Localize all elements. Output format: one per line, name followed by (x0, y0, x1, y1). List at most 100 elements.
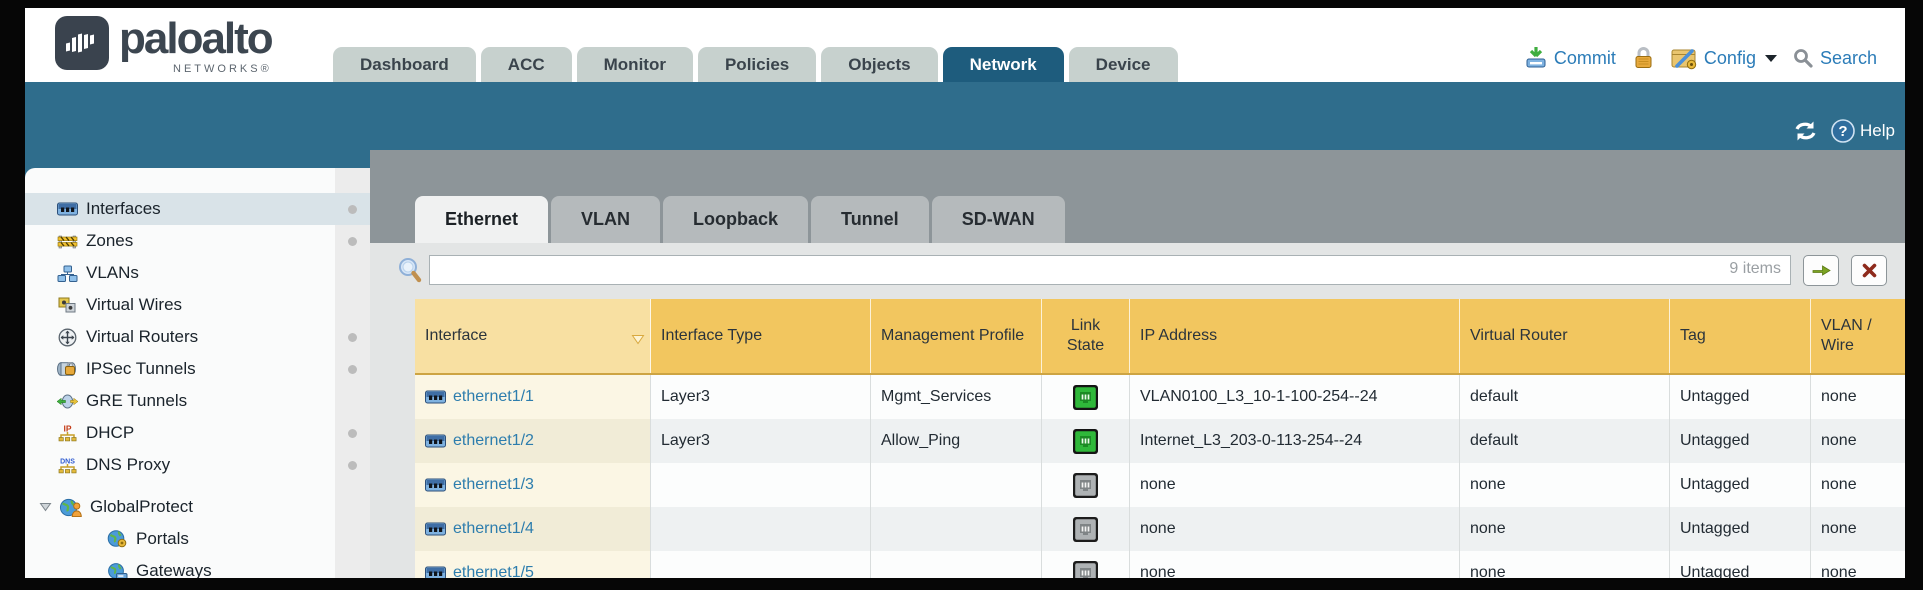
virtual-wires-icon (55, 297, 79, 313)
column-header-link-state[interactable]: Link State (1042, 299, 1130, 373)
filter-input-wrap: 9 items (429, 255, 1791, 285)
tab-device[interactable]: Device (1069, 47, 1178, 82)
sidebar-item-gateways[interactable]: Gateways (25, 555, 370, 578)
sidebar-item-ipsec-tunnels[interactable]: IPSec Tunnels (25, 353, 370, 385)
interface-icon (425, 566, 446, 578)
column-header-tag[interactable]: Tag (1670, 299, 1811, 373)
column-header-virtual-router[interactable]: Virtual Router (1460, 299, 1670, 373)
subtab-vlan[interactable]: VLAN (551, 196, 660, 243)
cell-vlan: none (1811, 551, 1905, 578)
tab-objects[interactable]: Objects (821, 47, 937, 82)
interface-link[interactable]: ethernet1/4 (453, 520, 534, 538)
subtab-loopback[interactable]: Loopback (663, 196, 808, 243)
column-header-vlan-wire[interactable]: VLAN / Wire (1811, 299, 1905, 373)
help-label: Help (1860, 121, 1895, 141)
interface-icon (425, 478, 446, 492)
sidebar-item-virtual-routers[interactable]: Virtual Routers (25, 321, 370, 353)
subtab-sd-wan[interactable]: SD-WAN (932, 196, 1065, 243)
dhcp-icon: IP (55, 424, 79, 442)
column-header-interface[interactable]: Interface (415, 299, 651, 373)
cell-ip: Internet_L3_203-0-113-254--24 (1130, 419, 1460, 463)
subtab-bar: EthernetVLANLoopbackTunnelSD-WAN (370, 150, 1905, 243)
green-arrow-icon (1812, 263, 1831, 278)
sidebar-item-label: IPSec Tunnels (86, 359, 196, 379)
body-row: Interfaces Zones VLANs Virtual Wires Virtual… (25, 150, 1905, 578)
sidebar-dot-zone (335, 385, 370, 417)
cell-tag: Untagged (1670, 375, 1811, 419)
column-header-label: Link State (1052, 316, 1119, 356)
sidebar-item-portals[interactable]: Portals (25, 523, 370, 555)
sidebar-item-dns-proxy[interactable]: DNSDNS Proxy (25, 449, 370, 481)
table-row-ethernet1-5[interactable]: ethernet1/5nonenoneUntaggednone (415, 551, 1905, 578)
sidebar-item-label: Interfaces (86, 199, 161, 219)
search-button[interactable]: Search (1793, 48, 1877, 69)
column-header-interface-type[interactable]: Interface Type (651, 299, 871, 373)
apply-filter-button[interactable] (1803, 255, 1839, 286)
column-header-label: Tag (1680, 326, 1706, 346)
tab-monitor[interactable]: Monitor (577, 47, 693, 82)
interfaces-icon (55, 202, 79, 216)
interface-link[interactable]: ethernet1/3 (453, 476, 534, 494)
sidebar-item-label: Zones (86, 231, 133, 251)
cell-vr: none (1460, 463, 1670, 507)
interface-link[interactable]: ethernet1/2 (453, 432, 534, 450)
sidebar-dot-zone (335, 321, 370, 353)
commit-icon (1524, 46, 1548, 70)
main-panel: EthernetVLANLoopbackTunnelSD-WAN 9 items (370, 150, 1905, 578)
cell-vlan: none (1811, 419, 1905, 463)
paloalto-logo-icon (55, 16, 109, 70)
sidebar-item-virtual-wires[interactable]: Virtual Wires (25, 289, 370, 321)
cell-vr: none (1460, 507, 1670, 551)
table-row-ethernet1-4[interactable]: ethernet1/4nonenoneUntaggednone (415, 507, 1905, 551)
commit-button[interactable]: Commit (1524, 46, 1616, 70)
sidebar-item-interfaces[interactable]: Interfaces (25, 193, 370, 225)
sidebar-item-gre-tunnels[interactable]: GRE Tunnels (25, 385, 370, 417)
cell-vr: default (1460, 375, 1670, 419)
clear-filter-button[interactable] (1851, 255, 1887, 286)
link-state-up-icon (1072, 428, 1099, 455)
table-row-ethernet1-1[interactable]: ethernet1/1Layer3Mgmt_ServicesVLAN0100_L… (415, 375, 1905, 419)
interfaces-table: InterfaceInterface Type Management Profil… (415, 299, 1905, 578)
cell-type: Layer3 (651, 419, 871, 463)
cell-tag: Untagged (1670, 551, 1811, 578)
sort-dropdown-icon[interactable] (631, 331, 645, 351)
subtab-tunnel[interactable]: Tunnel (811, 196, 929, 243)
column-header-label: IP Address (1140, 326, 1217, 346)
tab-acc[interactable]: ACC (481, 47, 572, 82)
cell-vlan: none (1811, 375, 1905, 419)
expander-icon[interactable] (39, 502, 52, 512)
sidebar-item-globalprotect[interactable]: GlobalProtect (25, 491, 370, 523)
interface-link[interactable]: ethernet1/5 (453, 564, 534, 578)
tab-policies[interactable]: Policies (698, 47, 816, 82)
sidebar-item-label: VLANs (86, 263, 139, 283)
cell-vr: default (1460, 419, 1670, 463)
column-header-management-profile[interactable]: Management Profile (871, 299, 1042, 373)
refresh-icon[interactable] (1792, 120, 1819, 142)
lock-icon[interactable] (1632, 46, 1655, 70)
subtab-ethernet[interactable]: Ethernet (415, 196, 548, 243)
interface-link[interactable]: ethernet1/1 (453, 388, 534, 406)
column-header-ip-address[interactable]: IP Address (1130, 299, 1460, 373)
tab-network[interactable]: Network (943, 47, 1064, 82)
cell-interface: ethernet1/4 (415, 507, 651, 551)
sidebar-item-label: GlobalProtect (90, 497, 193, 517)
sidebar-item-label: Virtual Wires (86, 295, 182, 315)
help-button[interactable]: ? Help (1831, 119, 1895, 143)
primary-nav: DashboardACCMonitorPoliciesObjectsNetwor… (333, 47, 1178, 82)
sidebar-dot-zone (335, 555, 370, 578)
sidebar-item-zones[interactable]: Zones (25, 225, 370, 257)
sidebar-item-vlans[interactable]: VLANs (25, 257, 370, 289)
tab-dashboard[interactable]: Dashboard (333, 47, 476, 82)
items-count: 9 items (1729, 260, 1781, 278)
cell-ip: none (1130, 463, 1460, 507)
sidebar-item-dhcp[interactable]: IPDHCP (25, 417, 370, 449)
config-label: Config (1704, 48, 1756, 69)
filter-input[interactable] (429, 255, 1791, 285)
sidebar-item-dot (348, 365, 357, 374)
table-row-ethernet1-2[interactable]: ethernet1/2Layer3Allow_PingInternet_L3_2… (415, 419, 1905, 463)
table-row-ethernet1-3[interactable]: ethernet1/3nonenoneUntaggednone (415, 463, 1905, 507)
column-header-label: Management Profile (881, 326, 1024, 346)
config-menu-button[interactable]: Config (1671, 46, 1777, 70)
zones-icon (55, 234, 79, 249)
cell-link (1042, 375, 1130, 419)
